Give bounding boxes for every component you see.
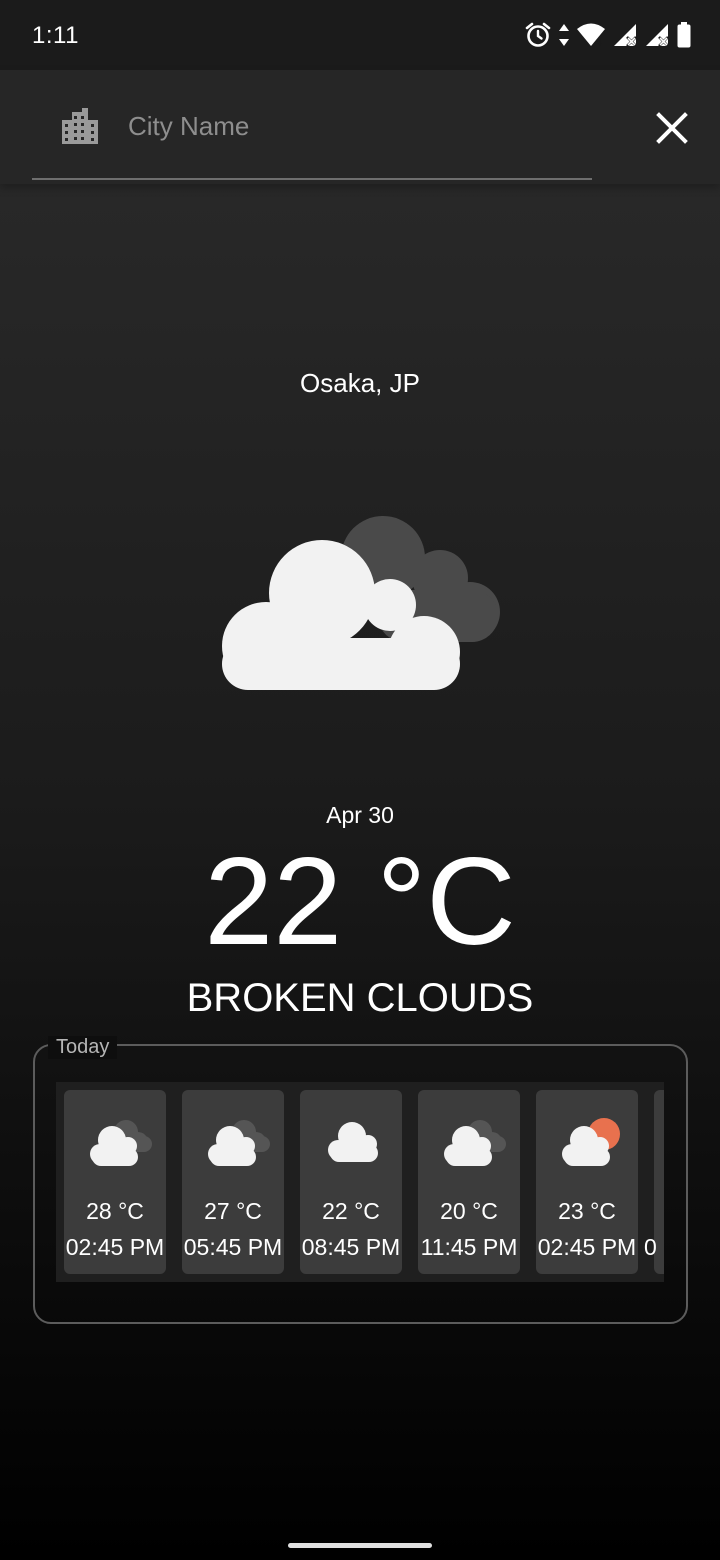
current-temperature: 22 °C (204, 833, 516, 971)
forecast-card[interactable]: 23 °C 02:45 PM (536, 1090, 638, 1274)
forecast-temp: 22 °C (322, 1198, 380, 1224)
svg-text:4: 4 (595, 36, 602, 48)
forecast-time: 02:45 PM (65, 1234, 165, 1260)
city-name-input[interactable] (128, 106, 568, 146)
broken-clouds-icon (208, 1120, 270, 1166)
signal-icon (614, 24, 637, 47)
sun-cloud-icon (562, 1118, 620, 1166)
city-search-bar (0, 70, 720, 184)
close-icon[interactable] (652, 108, 692, 148)
location-label: Osaka, JP (300, 368, 420, 398)
signal-icon (646, 24, 669, 47)
broken-clouds-icon (222, 516, 500, 690)
forecast-temp: 28 °C (86, 1198, 144, 1224)
status-time: 1:11 (32, 22, 79, 49)
data-arrows-icon (559, 24, 569, 46)
battery-icon (677, 22, 691, 48)
broken-clouds-icon (90, 1120, 152, 1166)
forecast-temp: 27 °C (204, 1198, 262, 1224)
hourly-forecast-strip[interactable]: 28 °C 02:45 PM 27 °C 05:45 PM 22 °C 08:4… (56, 1082, 664, 1282)
input-underline (32, 178, 592, 180)
forecast-time: 11:45 PM (420, 1234, 518, 1260)
forecast-time: 0 (644, 1234, 657, 1260)
status-icons: 4 (524, 20, 692, 50)
broken-clouds-icon (444, 1120, 506, 1166)
forecast-card[interactable]: 0 (644, 1090, 664, 1274)
status-bar: 1:11 4 (0, 0, 720, 70)
forecast-card[interactable]: 20 °C 11:45 PM (418, 1090, 520, 1274)
forecast-time: 02:45 PM (537, 1234, 637, 1260)
forecast-temp: 20 °C (440, 1198, 498, 1224)
city-building-icon (62, 108, 98, 144)
forecast-card[interactable]: 28 °C 02:45 PM (64, 1090, 166, 1274)
forecast-card[interactable]: 22 °C 08:45 PM (300, 1090, 402, 1274)
forecast-time: 08:45 PM (301, 1234, 401, 1260)
home-indicator[interactable] (288, 1543, 432, 1548)
today-label: Today (48, 1036, 118, 1059)
weather-description: BROKEN CLOUDS (186, 976, 534, 1020)
wifi-icon: 4 (577, 23, 605, 48)
date-label: Apr 30 (326, 802, 394, 828)
alarm-icon (525, 22, 551, 47)
forecast-temp: 23 °C (558, 1198, 616, 1224)
forecast-card[interactable]: 27 °C 05:45 PM (182, 1090, 284, 1274)
forecast-time: 05:45 PM (183, 1234, 283, 1260)
cloud-icon (328, 1122, 378, 1162)
